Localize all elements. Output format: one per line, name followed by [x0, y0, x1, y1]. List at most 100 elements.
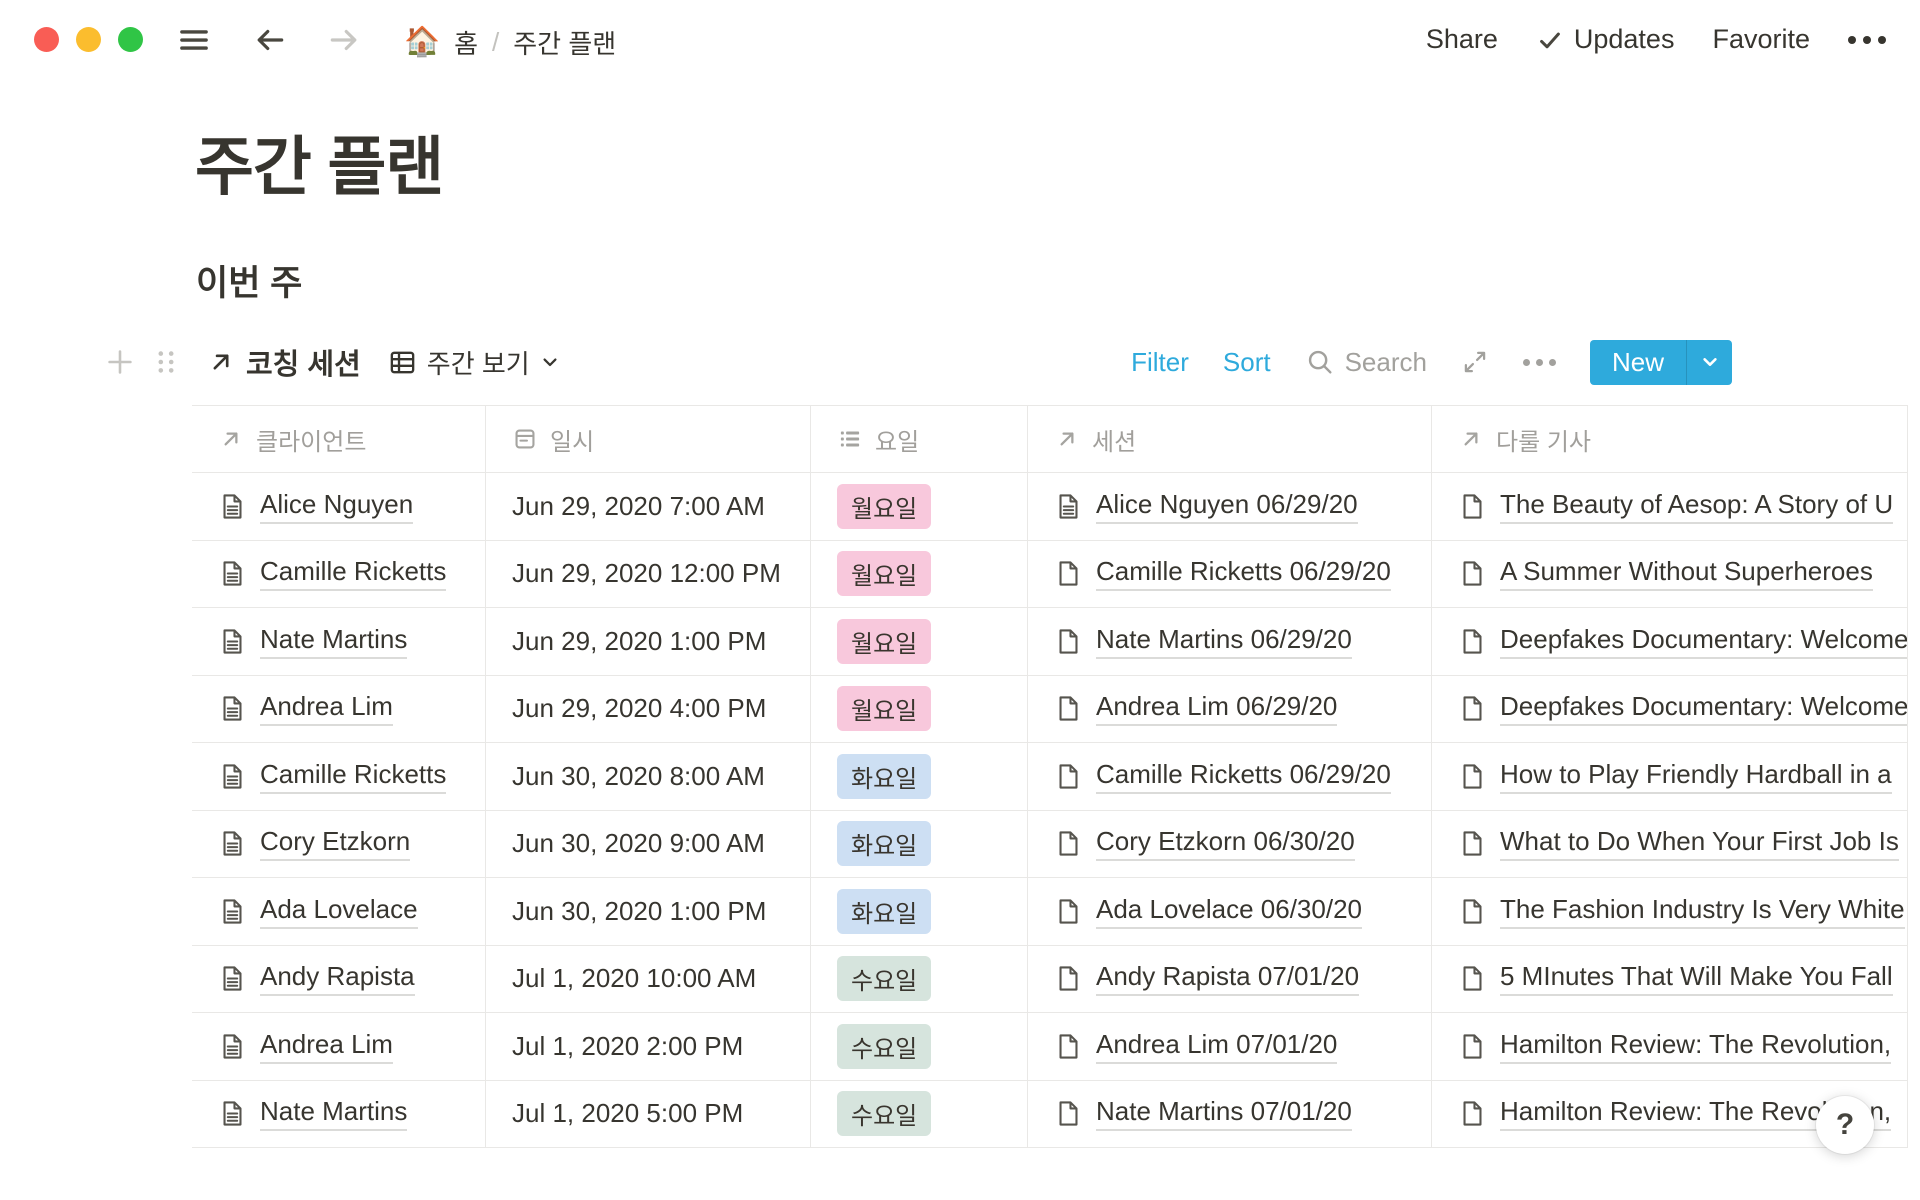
- session-link: Alice Nguyen 06/29/20: [1096, 489, 1358, 524]
- updates-button[interactable]: Updates: [1536, 24, 1675, 55]
- date-cell[interactable]: Jun 29, 2020 1:00 PM: [486, 608, 811, 675]
- client-cell[interactable]: Camille Ricketts: [192, 743, 486, 810]
- client-cell[interactable]: Camille Ricketts: [192, 541, 486, 608]
- article-cell[interactable]: What to Do When Your First Job Is: [1432, 811, 1908, 878]
- date-cell[interactable]: Jul 1, 2020 5:00 PM: [486, 1081, 811, 1148]
- client-cell[interactable]: Alice Nguyen: [192, 473, 486, 540]
- article-cell[interactable]: Deepfakes Documentary: Welcome: [1432, 676, 1908, 743]
- sidebar-menu-icon[interactable]: [176, 22, 212, 58]
- collection-toolbar-right: Filter Sort Search New: [1131, 338, 1732, 386]
- table-row: Andrea Lim Jun 29, 2020 4:00 PM 월요일 Andr…: [192, 676, 1908, 744]
- session-cell[interactable]: Nate Martins 07/01/20: [1028, 1081, 1432, 1148]
- session-cell[interactable]: Cory Etzkorn 06/30/20: [1028, 811, 1432, 878]
- breadcrumb: 🏠 홈 / 주간 플랜: [404, 24, 616, 61]
- client-cell[interactable]: Andrea Lim: [192, 1013, 486, 1080]
- day-cell[interactable]: 화요일: [811, 743, 1028, 810]
- client-cell[interactable]: Andrea Lim: [192, 676, 486, 743]
- drag-handle-icon[interactable]: [150, 346, 182, 378]
- article-cell[interactable]: The Beauty of Aesop: A Story of U: [1432, 473, 1908, 540]
- new-button[interactable]: New: [1590, 340, 1732, 385]
- session-cell[interactable]: Camille Ricketts 06/29/20: [1028, 743, 1432, 810]
- help-button[interactable]: ?: [1816, 1096, 1874, 1154]
- table-row: Camille Ricketts Jun 30, 2020 8:00 AM 화요…: [192, 743, 1908, 811]
- date-value: Jun 29, 2020 1:00 PM: [512, 626, 766, 657]
- page-icon: [1054, 559, 1083, 588]
- breadcrumb-separator: /: [492, 27, 499, 58]
- article-cell[interactable]: A Summer Without Superheroes: [1432, 541, 1908, 608]
- forward-arrow-icon[interactable]: [326, 22, 362, 58]
- column-header-article[interactable]: 다룰 기사: [1432, 406, 1908, 472]
- date-cell[interactable]: Jul 1, 2020 2:00 PM: [486, 1013, 811, 1080]
- breadcrumb-current[interactable]: 주간 플랜: [513, 24, 616, 61]
- article-cell[interactable]: 5 MInutes That Will Make You Fall: [1432, 946, 1908, 1013]
- sort-button[interactable]: Sort: [1223, 347, 1271, 378]
- session-cell[interactable]: Ada Lovelace 06/30/20: [1028, 878, 1432, 945]
- day-cell[interactable]: 월요일: [811, 676, 1028, 743]
- article-cell[interactable]: The Fashion Industry Is Very White: [1432, 878, 1908, 945]
- client-cell[interactable]: Andy Rapista: [192, 946, 486, 1013]
- session-link: Cory Etzkorn 06/30/20: [1096, 826, 1355, 861]
- session-cell[interactable]: Camille Ricketts 06/29/20: [1028, 541, 1432, 608]
- session-cell[interactable]: Andrea Lim 07/01/20: [1028, 1013, 1432, 1080]
- table-more-options-icon[interactable]: [1523, 359, 1556, 366]
- date-value: Jun 29, 2020 12:00 PM: [512, 558, 781, 589]
- article-cell[interactable]: Deepfakes Documentary: Welcome: [1432, 608, 1908, 675]
- new-button-label[interactable]: New: [1590, 347, 1686, 378]
- client-cell[interactable]: Nate Martins: [192, 1081, 486, 1148]
- page-icon: [1054, 1032, 1083, 1061]
- article-cell[interactable]: Hamilton Review: The Revolution,: [1432, 1013, 1908, 1080]
- arrow-up-right-icon: [206, 347, 236, 377]
- zoom-window-button[interactable]: [118, 27, 143, 52]
- search-button[interactable]: Search: [1305, 347, 1427, 378]
- new-dropdown-button[interactable]: [1686, 340, 1732, 385]
- session-cell[interactable]: Andrea Lim 06/29/20: [1028, 676, 1432, 743]
- date-cell[interactable]: Jul 1, 2020 10:00 AM: [486, 946, 811, 1013]
- share-button[interactable]: Share: [1426, 24, 1498, 55]
- column-header-datetime[interactable]: 일시: [486, 406, 811, 472]
- day-cell[interactable]: 수요일: [811, 1013, 1028, 1080]
- minimize-window-button[interactable]: [76, 27, 101, 52]
- session-link: Nate Martins 06/29/20: [1096, 624, 1352, 659]
- back-arrow-icon[interactable]: [252, 22, 288, 58]
- day-cell[interactable]: 월요일: [811, 473, 1028, 540]
- client-cell[interactable]: Cory Etzkorn: [192, 811, 486, 878]
- close-window-button[interactable]: [34, 27, 59, 52]
- column-header-day[interactable]: 요일: [811, 406, 1028, 472]
- client-cell[interactable]: Nate Martins: [192, 608, 486, 675]
- column-header-session[interactable]: 세션: [1028, 406, 1432, 472]
- session-link: Camille Ricketts 06/29/20: [1096, 556, 1391, 591]
- filter-button[interactable]: Filter: [1131, 347, 1189, 378]
- date-value: Jun 30, 2020 8:00 AM: [512, 761, 765, 792]
- favorite-button[interactable]: Favorite: [1712, 24, 1810, 55]
- day-cell[interactable]: 수요일: [811, 1081, 1028, 1148]
- day-cell[interactable]: 월요일: [811, 541, 1028, 608]
- date-cell[interactable]: Jun 29, 2020 4:00 PM: [486, 676, 811, 743]
- breadcrumb-home[interactable]: 홈: [454, 24, 478, 61]
- date-cell[interactable]: Jun 29, 2020 7:00 AM: [486, 473, 811, 540]
- client-cell[interactable]: Ada Lovelace: [192, 878, 486, 945]
- date-cell[interactable]: Jun 30, 2020 9:00 AM: [486, 811, 811, 878]
- date-cell[interactable]: Jun 30, 2020 8:00 AM: [486, 743, 811, 810]
- day-cell[interactable]: 화요일: [811, 811, 1028, 878]
- view-switcher[interactable]: 주간 보기: [427, 344, 530, 381]
- expand-icon[interactable]: [1461, 348, 1489, 376]
- session-cell[interactable]: Nate Martins 06/29/20: [1028, 608, 1432, 675]
- session-cell[interactable]: Alice Nguyen 06/29/20: [1028, 473, 1432, 540]
- day-cell[interactable]: 화요일: [811, 878, 1028, 945]
- column-header-client[interactable]: 클라이언트: [192, 406, 486, 472]
- day-tag: 수요일: [837, 1024, 931, 1069]
- page-icon: [1054, 829, 1083, 858]
- add-block-icon[interactable]: [104, 346, 136, 378]
- date-cell[interactable]: Jun 30, 2020 1:00 PM: [486, 878, 811, 945]
- session-cell[interactable]: Andy Rapista 07/01/20: [1028, 946, 1432, 1013]
- day-cell[interactable]: 월요일: [811, 608, 1028, 675]
- day-tag: 화요일: [837, 821, 931, 866]
- chevron-down-icon[interactable]: [538, 350, 562, 374]
- page-icon: [1458, 627, 1487, 656]
- collection-title-link[interactable]: 코칭 세션: [246, 341, 361, 383]
- date-cell[interactable]: Jun 29, 2020 12:00 PM: [486, 541, 811, 608]
- more-options-icon[interactable]: [1848, 36, 1886, 44]
- day-cell[interactable]: 수요일: [811, 946, 1028, 1013]
- page-icon: [1458, 492, 1487, 521]
- article-cell[interactable]: How to Play Friendly Hardball in a: [1432, 743, 1908, 810]
